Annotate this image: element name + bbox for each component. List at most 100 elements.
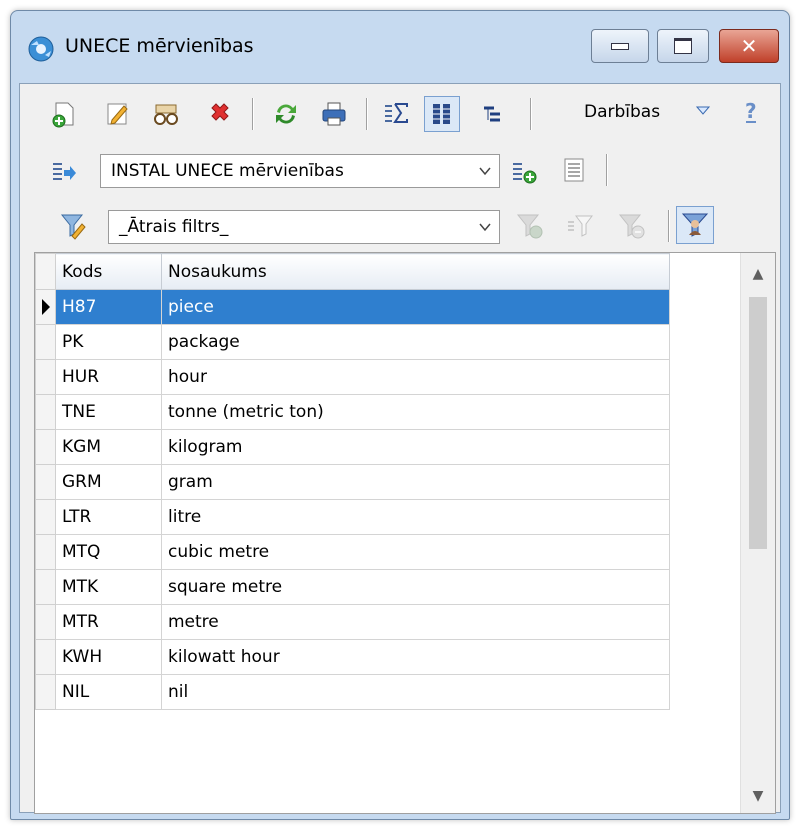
row-indicator[interactable] (35, 394, 56, 430)
current-row-arrow-icon (42, 299, 50, 315)
columns-icon (433, 104, 450, 124)
cell-nosaukums[interactable]: kilowatt hour (161, 639, 670, 675)
cell-kods[interactable]: MTQ (55, 534, 162, 570)
filter-add-icon[interactable] (516, 212, 544, 240)
app-window: UNECE mērvienības ✕ Darbības ? INSTAL UN… (10, 10, 790, 820)
chevron-down-icon[interactable] (696, 106, 710, 116)
refresh-icon[interactable] (272, 100, 300, 128)
table-row[interactable]: MTQ cubic metre (35, 534, 670, 570)
row-indicator[interactable] (35, 639, 56, 675)
cell-nosaukums[interactable]: package (161, 324, 670, 360)
scrollbar-thumb[interactable] (749, 297, 767, 549)
table-row[interactable]: PK package (35, 324, 670, 360)
row-indicator-header (35, 253, 56, 290)
minimize-button[interactable] (591, 29, 649, 63)
column-header-nosaukums[interactable]: Nosaukums (161, 253, 670, 290)
cell-kods[interactable]: KGM (55, 429, 162, 465)
add-source-icon[interactable] (510, 158, 538, 186)
cell-kods[interactable]: TNE (55, 394, 162, 430)
globe-app-icon (28, 36, 54, 62)
table-row[interactable]: LTR litre (35, 499, 670, 535)
title-bar[interactable]: UNECE mērvienības ✕ (11, 11, 789, 83)
row-indicator[interactable] (35, 324, 56, 360)
cell-nosaukums[interactable]: gram (161, 464, 670, 500)
scroll-up-arrow-icon[interactable]: ▲ (741, 257, 775, 291)
help-icon[interactable]: ? (738, 98, 766, 126)
vertical-scrollbar[interactable]: ▲ ▼ (740, 253, 775, 813)
row-indicator[interactable] (35, 464, 56, 500)
maximize-button[interactable] (657, 29, 709, 63)
table-header-row: Kods Nosaukums (35, 253, 670, 290)
toolbar-separator (668, 210, 670, 242)
table-row[interactable]: KGM kilogram (35, 429, 670, 465)
row-indicator[interactable] (35, 429, 56, 465)
filter-edit-icon[interactable] (60, 212, 88, 240)
table-row[interactable]: MTR metre (35, 604, 670, 640)
cell-nosaukums[interactable]: nil (161, 674, 670, 710)
cell-nosaukums[interactable]: hour (161, 359, 670, 395)
row-indicator[interactable] (35, 674, 56, 710)
tree-view-icon[interactable] (478, 100, 506, 128)
scroll-down-arrow-icon[interactable]: ▼ (741, 779, 775, 813)
row-indicator[interactable] (35, 569, 56, 605)
toolbar-separator (366, 98, 368, 130)
filter-list-icon[interactable] (566, 212, 594, 240)
row-indicator[interactable] (35, 534, 56, 570)
print-icon[interactable] (320, 100, 348, 128)
row-indicator[interactable] (35, 289, 56, 325)
table-row[interactable]: GRM gram (35, 464, 670, 500)
window-title: UNECE mērvienības (65, 35, 254, 57)
row-indicator[interactable] (35, 604, 56, 640)
data-source-icon (53, 163, 76, 180)
delete-icon[interactable] (206, 100, 234, 128)
filter-user-toggle-button[interactable] (676, 206, 714, 244)
cell-kods[interactable]: HUR (55, 359, 162, 395)
data-source-select[interactable]: INSTAL UNECE mērvienības (100, 154, 500, 188)
new-record-icon[interactable] (50, 100, 78, 128)
edit-icon[interactable] (104, 100, 132, 128)
cell-nosaukums[interactable]: cubic metre (161, 534, 670, 570)
table-row[interactable]: NIL nil (35, 674, 670, 710)
columns-toggle-button[interactable] (424, 96, 460, 132)
client-area: Darbības ? INSTAL UNECE mērvienības _Ātr… (19, 83, 781, 814)
data-source-value: INSTAL UNECE mērvienības (111, 161, 344, 181)
quick-filter-select[interactable]: _Ātrais filtrs_ (108, 210, 500, 244)
cell-nosaukums[interactable]: piece (161, 289, 670, 325)
cell-nosaukums[interactable]: metre (161, 604, 670, 640)
chevron-down-icon[interactable] (477, 163, 493, 179)
close-icon: ✕ (740, 34, 758, 58)
cell-kods[interactable]: PK (55, 324, 162, 360)
actions-menu-label[interactable]: Darbības (584, 102, 660, 122)
units-grid: Kods Nosaukums H87 piece PK package HUR hour T… (34, 252, 776, 814)
cell-kods[interactable]: NIL (55, 674, 162, 710)
cell-nosaukums[interactable]: tonne (metric ton) (161, 394, 670, 430)
toolbar-separator (530, 98, 532, 130)
minimize-icon (611, 42, 629, 50)
cell-nosaukums[interactable]: litre (161, 499, 670, 535)
cell-kods[interactable]: H87 (55, 289, 162, 325)
sum-icon[interactable] (382, 100, 410, 128)
view-glasses-icon[interactable] (152, 100, 180, 128)
row-indicator[interactable] (35, 359, 56, 395)
table-row[interactable]: TNE tonne (metric ton) (35, 394, 670, 430)
source-list-icon[interactable] (560, 156, 588, 184)
filter-user-icon (681, 213, 709, 237)
table-row[interactable]: MTK square metre (35, 569, 670, 605)
close-button[interactable]: ✕ (719, 29, 779, 63)
table-row[interactable]: H87 piece (35, 289, 670, 325)
maximize-icon (674, 38, 692, 54)
cell-kods[interactable]: MTR (55, 604, 162, 640)
table-row[interactable]: KWH kilowatt hour (35, 639, 670, 675)
cell-kods[interactable]: GRM (55, 464, 162, 500)
row-indicator[interactable] (35, 499, 56, 535)
filter-clear-icon[interactable] (618, 212, 646, 240)
cell-kods[interactable]: LTR (55, 499, 162, 535)
cell-kods[interactable]: MTK (55, 569, 162, 605)
cell-nosaukums[interactable]: kilogram (161, 429, 670, 465)
cell-nosaukums[interactable]: square metre (161, 569, 670, 605)
column-header-kods[interactable]: Kods (55, 253, 162, 290)
svg-text:?: ? (745, 99, 757, 123)
cell-kods[interactable]: KWH (55, 639, 162, 675)
table-row[interactable]: HUR hour (35, 359, 670, 395)
chevron-down-icon[interactable] (477, 219, 493, 235)
